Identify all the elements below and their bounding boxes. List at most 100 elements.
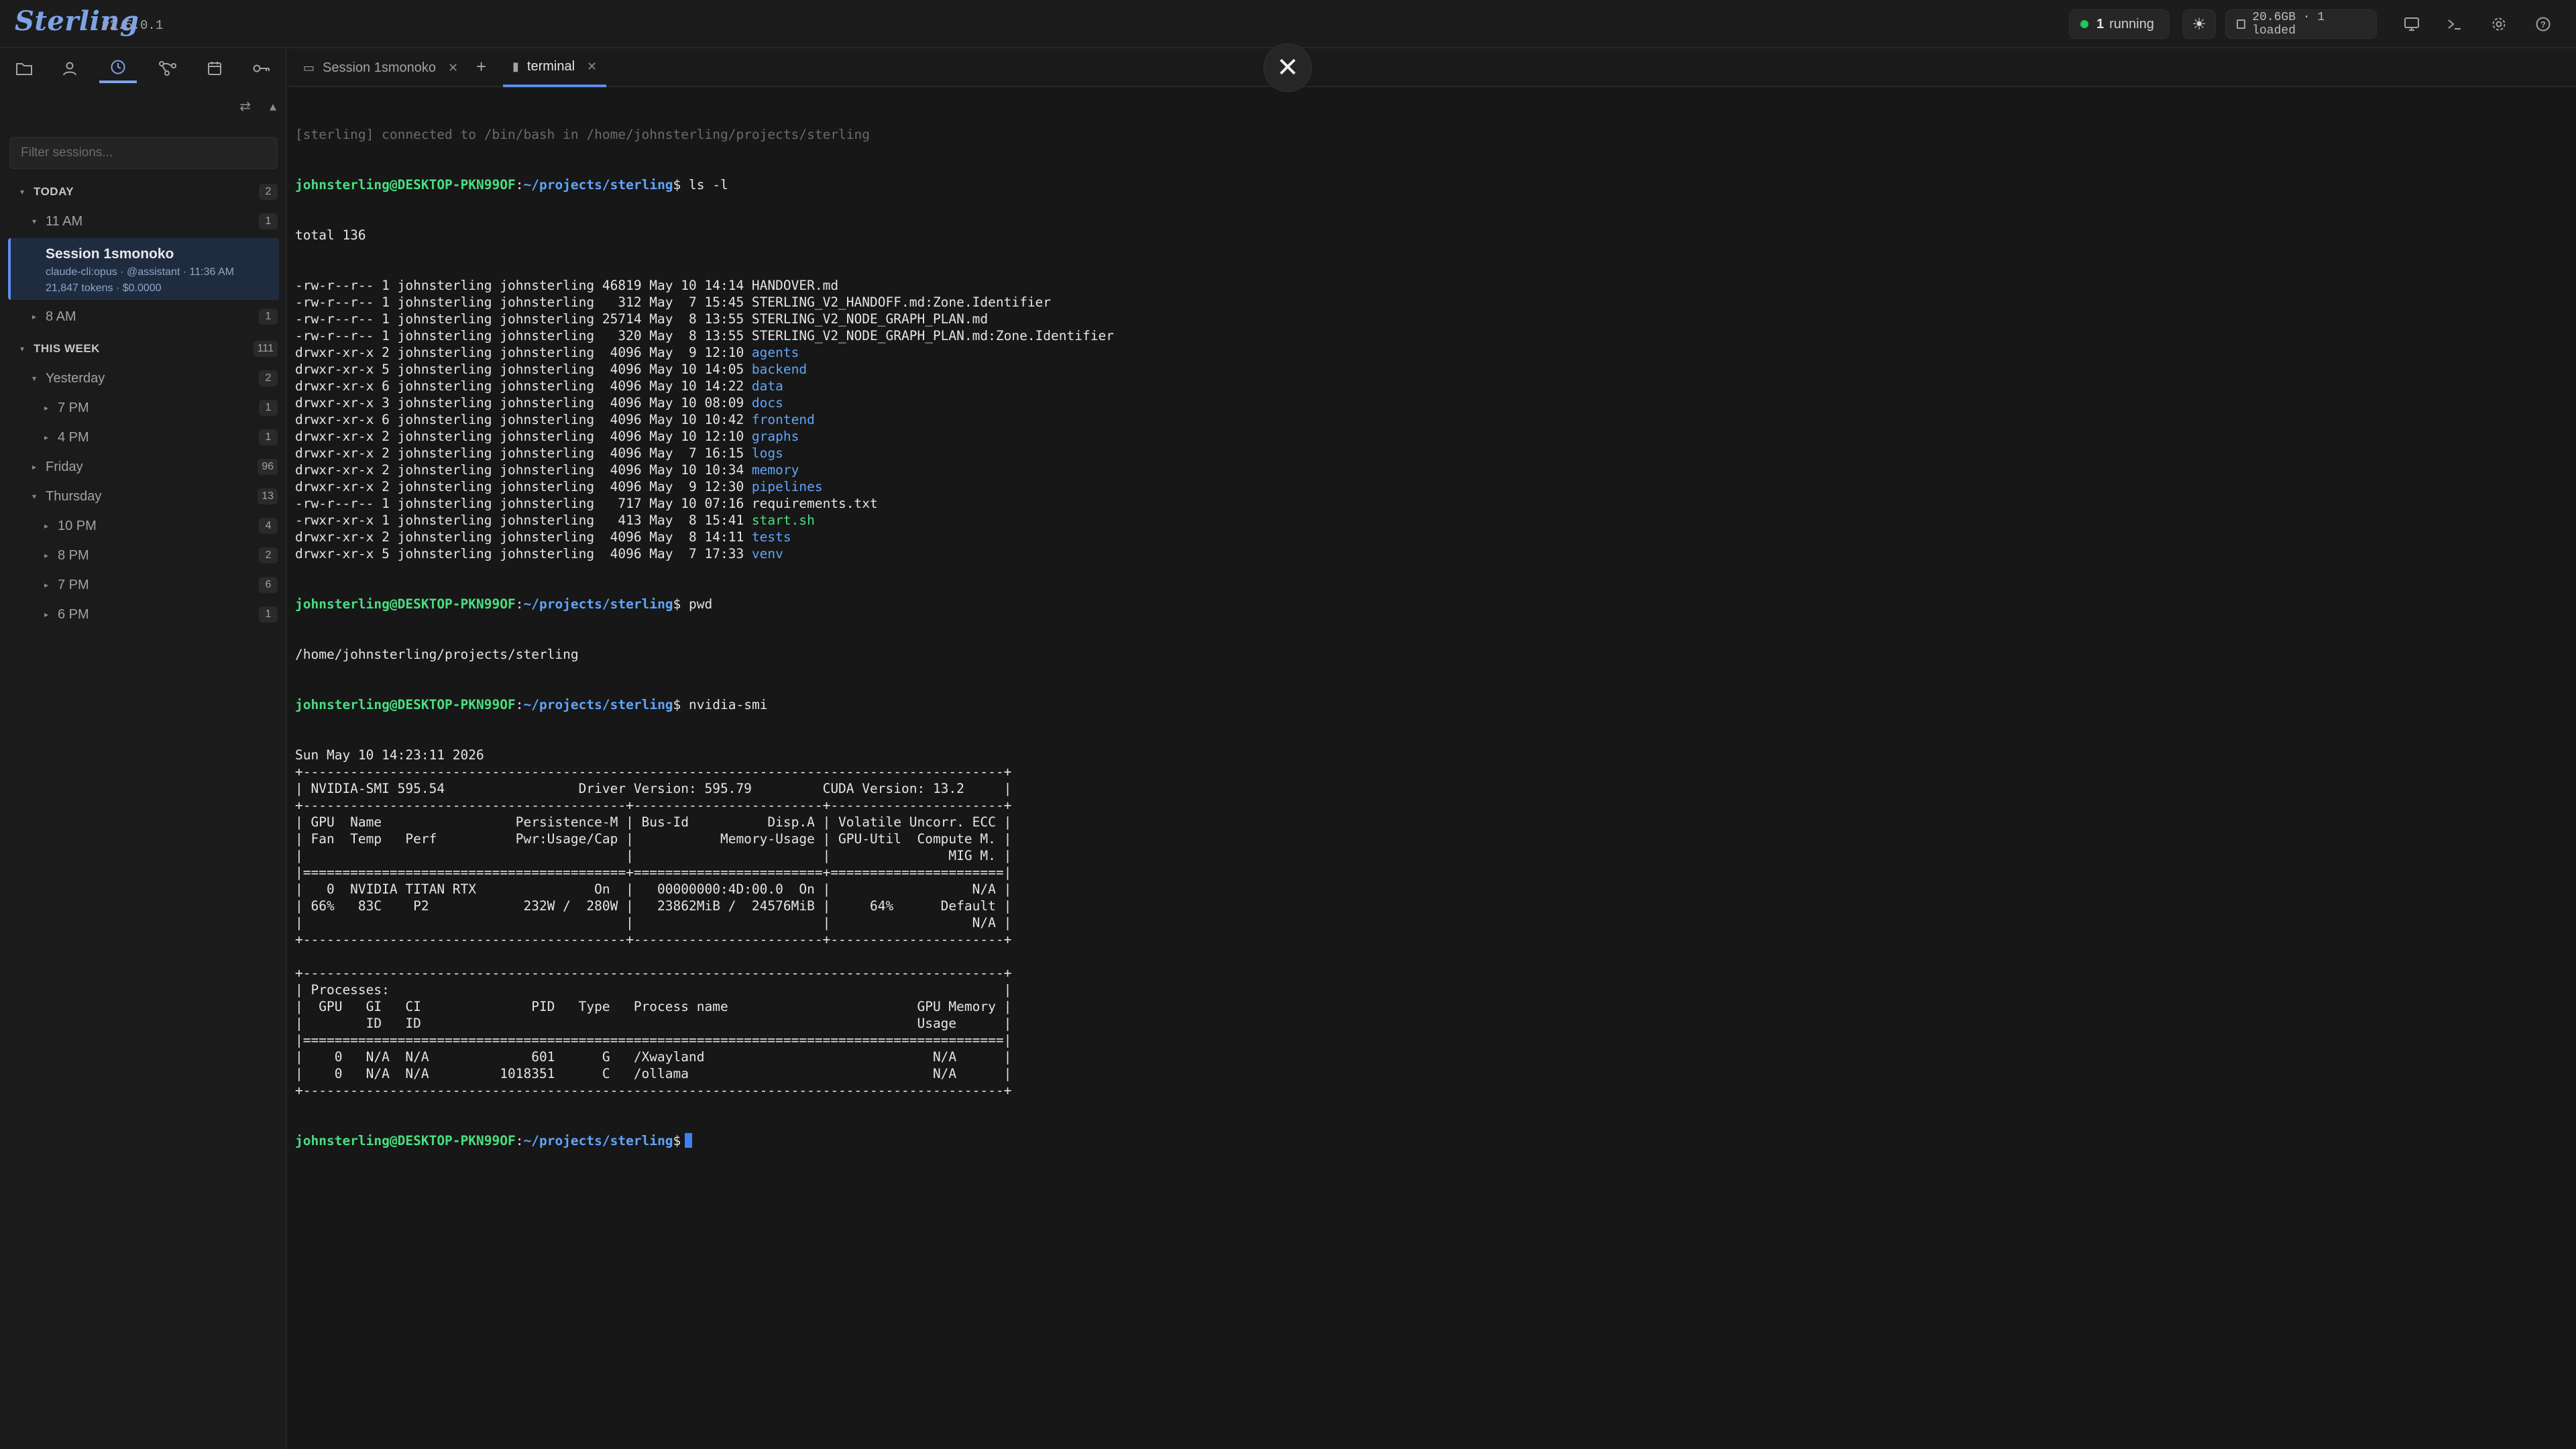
- group-thursday-10pm[interactable]: ▸ 10 PM 4: [0, 513, 287, 539]
- smi-line: | Fan Temp Perf Pwr:Usage/Cap | Memory-U…: [295, 831, 1012, 847]
- help-icon[interactable]: ?: [2532, 13, 2554, 35]
- ls-row: drwxr-xr-x 2 johnsterling johnsterling 4…: [295, 462, 2562, 478]
- group-thursday-8pm[interactable]: ▸ 8 PM 2: [0, 542, 287, 569]
- ls-meta: -rwxr-xr-x 1 johnsterling johnsterling 4…: [295, 513, 752, 528]
- tab-terminal[interactable]: ▮ terminal ✕: [503, 48, 607, 87]
- chevron-right-icon: ▸: [44, 521, 49, 531]
- count-badge: 111: [253, 341, 278, 357]
- sidebar-tools: ⇄ ▴: [239, 98, 276, 115]
- chevron-right-icon: ▸: [44, 610, 49, 619]
- prompt-user: johnsterling@DESKTOP-PKN99OF: [295, 1133, 516, 1148]
- smi-line: Sun May 10 14:23:11 2026: [295, 747, 484, 763]
- prompt-line: johnsterling@DESKTOP-PKN99OF:~/projects/…: [295, 697, 768, 712]
- ls-meta: -rw-r--r-- 1 johnsterling johnsterling 4…: [295, 278, 752, 293]
- tab-label: Session 1smonoko: [323, 60, 436, 75]
- ls-meta: drwxr-xr-x 2 johnsterling johnsterling 4…: [295, 345, 752, 360]
- running-status-pill[interactable]: 1 running: [2069, 9, 2170, 39]
- close-icon[interactable]: ✕: [448, 61, 458, 75]
- collapse-icon[interactable]: ▴: [270, 98, 276, 115]
- workflow-icon[interactable]: [149, 54, 186, 83]
- smi-line: | GPU Name Persistence-M | Bus-Id Disp.A…: [295, 814, 1012, 830]
- chevron-down-icon: ▾: [19, 344, 25, 354]
- close-icon[interactable]: ✕: [587, 60, 597, 74]
- ls-meta: drwxr-xr-x 2 johnsterling johnsterling 4…: [295, 529, 752, 545]
- group-label: 7 PM: [58, 400, 89, 415]
- smi-line: |=======================================…: [295, 865, 1012, 880]
- top-bar: Sterling v2.5.0.1 1 running ☀ 20.6GB · 1…: [0, 0, 2576, 48]
- terminal-icon[interactable]: [2444, 13, 2465, 35]
- filter-sessions-input[interactable]: [9, 137, 278, 169]
- group-thursday-6pm[interactable]: ▸ 6 PM 1: [0, 601, 287, 628]
- smi-line: +---------------------------------------…: [295, 932, 1012, 947]
- smi-line: | 0 NVIDIA TITAN RTX On | 00000000:4D:00…: [295, 881, 1012, 897]
- group-11am[interactable]: ▾ 11 AM 1: [0, 208, 287, 235]
- smi-line: +---------------------------------------…: [295, 764, 1012, 780]
- swap-icon[interactable]: ⇄: [239, 98, 251, 115]
- sun-icon: ☀: [2192, 15, 2206, 34]
- monitor-icon[interactable]: [2401, 13, 2422, 35]
- group-yesterday[interactable]: ▾ Yesterday 2: [0, 365, 287, 392]
- ls-file-name: STERLING_V2_NODE_GRAPH_PLAN.md:Zone.Iden…: [751, 328, 1114, 343]
- smi-line: +---------------------------------------…: [295, 965, 1012, 981]
- ls-file-name: STERLING_V2_NODE_GRAPH_PLAN.md: [751, 311, 989, 327]
- group-yesterday-4pm[interactable]: ▸ 4 PM 1: [0, 424, 287, 451]
- ls-meta: -rw-r--r-- 1 johnsterling johnsterling 3…: [295, 294, 752, 310]
- memory-status-pill[interactable]: 20.6GB · 1 loaded: [2225, 9, 2377, 39]
- connect-message: [sterling] connected to /bin/bash in /ho…: [295, 127, 871, 142]
- ls-dir-name: memory: [751, 462, 799, 478]
- tab-session[interactable]: ▭ Session 1smonoko ✕: [303, 48, 458, 87]
- prompt-path: ~/projects/sterling: [523, 1133, 673, 1148]
- terminal-output[interactable]: [sterling] connected to /bin/bash in /ho…: [295, 93, 2562, 1434]
- ls-meta: -rw-r--r-- 1 johnsterling johnsterling 2…: [295, 311, 752, 327]
- ls-meta: drwxr-xr-x 2 johnsterling johnsterling 4…: [295, 479, 752, 494]
- close-panel-button[interactable]: ✕: [1264, 44, 1312, 92]
- group-today[interactable]: ▾ TODAY 2: [0, 178, 287, 205]
- ls-row: drwxr-xr-x 2 johnsterling johnsterling 4…: [295, 445, 2562, 462]
- ls-row: drwxr-xr-x 6 johnsterling johnsterling 4…: [295, 411, 2562, 428]
- count-badge: 2: [259, 547, 278, 564]
- theme-toggle-button[interactable]: ☀: [2182, 9, 2216, 39]
- group-friday[interactable]: ▸ Friday 96: [0, 453, 287, 480]
- prompt-user: johnsterling@DESKTOP-PKN99OF: [295, 177, 516, 193]
- chevron-right-icon: ▸: [32, 312, 37, 321]
- group-label: 11 AM: [46, 213, 83, 229]
- ls-meta: -rw-r--r-- 1 johnsterling johnsterling 7…: [295, 496, 752, 511]
- ls-file-name: HANDOVER.md: [751, 278, 839, 293]
- smi-line: | 66% 83C P2 232W / 280W | 23862MiB / 24…: [295, 898, 1012, 914]
- count-badge: 6: [259, 577, 278, 593]
- chevron-down-icon: ▾: [32, 492, 37, 501]
- ls-row: -rw-r--r-- 1 johnsterling johnsterling 3…: [295, 327, 2562, 344]
- folder-icon[interactable]: [5, 54, 43, 83]
- calendar-icon[interactable]: [196, 54, 233, 83]
- settings-gear-icon[interactable]: [2488, 13, 2510, 35]
- ls-row: drwxr-xr-x 2 johnsterling johnsterling 4…: [295, 344, 2562, 361]
- command-text: pwd: [689, 596, 713, 612]
- sessions-sidebar: ⇄ ▴ ▾ TODAY 2 ▾ 11 AM 1 Session 1smonoko…: [0, 48, 287, 1449]
- chevron-right-icon: ▸: [44, 403, 49, 413]
- ls-meta: drwxr-xr-x 6 johnsterling johnsterling 4…: [295, 412, 752, 427]
- ls-dir-name: frontend: [751, 412, 815, 427]
- prompt-user: johnsterling@DESKTOP-PKN99OF: [295, 596, 516, 612]
- count-badge: 13: [258, 488, 278, 504]
- group-yesterday-7pm[interactable]: ▸ 7 PM 1: [0, 394, 287, 421]
- chevron-right-icon: ▸: [44, 551, 49, 560]
- count-badge: 96: [258, 459, 278, 475]
- group-thursday[interactable]: ▾ Thursday 13: [0, 483, 287, 510]
- group-label: 7 PM: [58, 577, 89, 592]
- ls-dir-name: logs: [751, 445, 783, 461]
- key-icon[interactable]: [243, 54, 280, 83]
- new-tab-button[interactable]: +: [476, 56, 486, 77]
- group-8am[interactable]: ▸ 8 AM 1: [0, 303, 287, 330]
- ls-row: -rw-r--r-- 1 johnsterling johnsterling 7…: [295, 495, 2562, 512]
- ls-dir-name: backend: [751, 362, 807, 377]
- user-icon[interactable]: [51, 54, 89, 83]
- ls-file-name: STERLING_V2_HANDOFF.md:Zone.Identifier: [751, 294, 1052, 310]
- group-this-week[interactable]: ▾ THIS WEEK 111: [0, 335, 287, 362]
- group-thursday-7pm[interactable]: ▸ 7 PM 6: [0, 572, 287, 598]
- terminal-cursor: [685, 1133, 693, 1148]
- history-icon[interactable]: [99, 54, 137, 83]
- group-label: TODAY: [34, 185, 74, 198]
- sidebar-nav: [0, 48, 287, 89]
- session-item-active[interactable]: Session 1smonoko claude-cli:opus · @assi…: [8, 238, 279, 300]
- ls-meta: drwxr-xr-x 2 johnsterling johnsterling 4…: [295, 462, 752, 478]
